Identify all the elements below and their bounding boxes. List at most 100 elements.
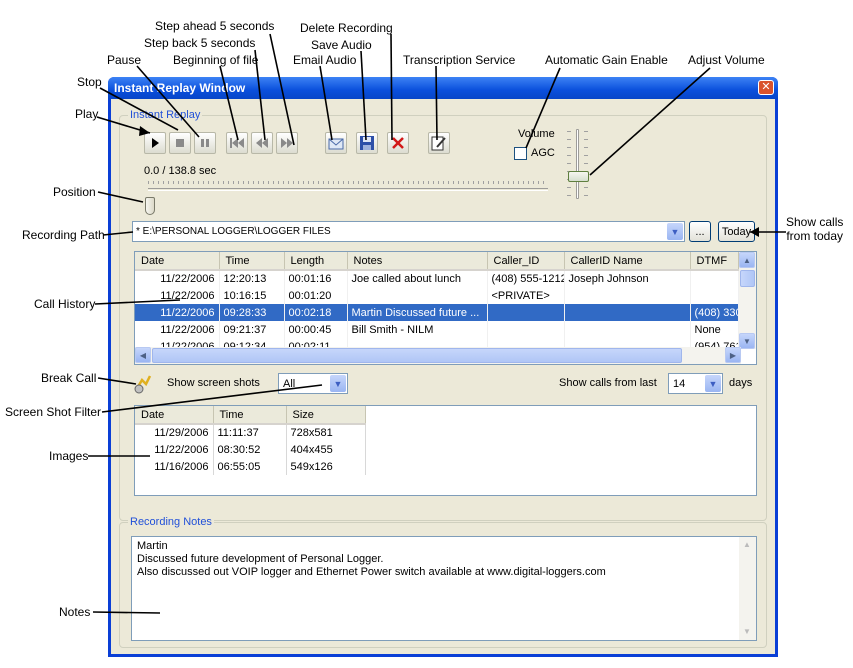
call-history-col-header[interactable]: Length <box>284 252 348 271</box>
call-cell-notes: Joe called about lunch <box>347 270 488 287</box>
skip-to-start-icon <box>230 138 244 148</box>
screen-shot-filter-combo[interactable]: All ▼ <box>278 373 348 394</box>
call-cell-notes: Martin Discussed future ... <box>347 304 488 321</box>
call-history-vscrollbar[interactable]: ▲ ▼ <box>739 252 756 349</box>
save-audio-button[interactable] <box>356 132 378 154</box>
instant-replay-window: Instant Replay Window ✕ Instant Replay V… <box>108 77 778 657</box>
delete-recording-button[interactable] <box>387 132 409 154</box>
call-cell-caller-id: <PRIVATE> <box>487 287 565 304</box>
play-button[interactable] <box>144 132 166 154</box>
callout-notes: Notes <box>59 605 91 619</box>
call-history-col-header[interactable]: Caller_ID <box>487 252 565 271</box>
call-cell-callerid-name <box>564 304 691 321</box>
scroll-up-icon[interactable]: ▲ <box>739 252 755 268</box>
beginning-of-file-button[interactable] <box>226 132 248 154</box>
notepad-pencil-icon <box>431 136 446 151</box>
callout-screen-shot-filter: Screen Shot Filter <box>5 405 102 419</box>
chevron-down-icon[interactable]: ▼ <box>667 223 683 240</box>
image-cell-time: 06:55:05 <box>213 458 287 475</box>
browse-path-button[interactable]: ... <box>689 221 711 242</box>
call-history-vscroll-thumb[interactable] <box>740 270 755 287</box>
callout-delete-recording: Delete Recording <box>300 21 393 35</box>
table-row[interactable]: 11/16/2006 06:55:05 549x126 <box>135 458 366 475</box>
break-call-button[interactable] <box>132 372 154 394</box>
play-icon <box>152 138 159 148</box>
table-row[interactable]: 11/22/2006 10:16:15 00:01:20 <PRIVATE> <box>135 287 739 304</box>
table-row[interactable]: 11/22/2006 09:21:37 00:00:45 Bill Smith - N… <box>135 321 739 338</box>
call-history-col-header[interactable]: Date <box>135 252 220 271</box>
call-history-grid: Date Time Length Notes Caller_ID CallerID Nam… <box>134 251 757 365</box>
call-history-col-header[interactable]: CallerID Name <box>564 252 691 271</box>
callout-images: Images <box>49 449 89 463</box>
image-cell-date: 11/16/2006 <box>135 458 214 475</box>
table-row[interactable]: 11/22/2006 12:20:13 00:01:16 Joe called abo… <box>135 270 739 287</box>
scroll-right-icon[interactable]: ▶ <box>725 347 741 363</box>
volume-slider-thumb[interactable] <box>568 171 589 182</box>
call-cell-time: 10:16:15 <box>219 287 285 304</box>
callout-adjust-volume: Adjust Volume <box>688 53 765 67</box>
images-col-header[interactable]: Time <box>213 406 287 425</box>
recording-path-combo[interactable]: * E:\PERSONAL LOGGER\LOGGER FILES ▼ <box>132 221 685 242</box>
call-cell-callerid-name <box>564 321 691 338</box>
step-ahead-button[interactable] <box>276 132 298 154</box>
callout-beginning: Beginning of file <box>173 53 259 67</box>
call-history-col-header[interactable]: DTMF <box>690 252 739 271</box>
call-cell-date: 11/22/2006 <box>135 270 220 287</box>
callout-stop: Stop <box>77 75 102 89</box>
call-cell-dtmf <box>690 287 739 304</box>
delete-x-icon <box>392 137 404 149</box>
close-icon[interactable]: ✕ <box>758 80 774 95</box>
notes-line-3: Also discussed out VOIP logger and Ether… <box>137 566 606 578</box>
transcription-service-button[interactable] <box>428 132 450 154</box>
images-col-header[interactable]: Size <box>286 406 366 425</box>
recording-notes-group-title: Recording Notes <box>128 516 214 528</box>
call-history-hscroll-thumb[interactable] <box>152 348 682 363</box>
today-button[interactable]: Today <box>718 221 755 242</box>
table-row[interactable]: 11/22/2006 09:28:33 00:02:18 Martin Discuss… <box>135 304 739 321</box>
call-cell-notes: Bill Smith - NILM <box>347 321 488 338</box>
position-slider-thumb[interactable] <box>145 197 155 215</box>
images-col-header[interactable]: Date <box>135 406 214 425</box>
call-cell-length: 00:01:16 <box>284 270 348 287</box>
call-history-col-header[interactable]: Time <box>219 252 285 271</box>
show-screen-shots-label: Show screen shots <box>167 377 260 389</box>
call-cell-dtmf: None <box>690 321 739 338</box>
scroll-down-icon[interactable]: ▼ <box>739 624 755 640</box>
call-cell-caller-id: (408) 555-1212 <box>487 270 565 287</box>
email-audio-button[interactable] <box>325 132 347 154</box>
callout-transcription: Transcription Service <box>403 53 516 67</box>
callout-show-today: Show calls from today <box>786 215 843 243</box>
chevron-down-icon[interactable]: ▼ <box>705 375 721 392</box>
scroll-up-icon[interactable]: ▲ <box>739 537 755 553</box>
callout-save-audio: Save Audio <box>311 38 372 52</box>
position-readout: 0.0 / 138.8 sec <box>144 165 217 177</box>
callout-step-ahead: Step ahead 5 seconds <box>155 19 275 33</box>
window-title: Instant Replay Window <box>114 81 246 95</box>
chevron-down-icon[interactable]: ▼ <box>330 375 346 392</box>
notes-vscrollbar[interactable]: ▲ ▼ <box>739 537 756 640</box>
callout-email-audio: Email Audio <box>293 53 357 67</box>
table-row[interactable]: 11/29/2006 11:11:37 728x581 <box>135 424 366 441</box>
days-value: 14 <box>673 378 686 390</box>
volume-slider-track <box>576 129 579 199</box>
window-titlebar[interactable]: Instant Replay Window ✕ <box>108 77 778 99</box>
call-history-col-header[interactable]: Notes <box>347 252 488 271</box>
floppy-disk-icon <box>360 136 374 150</box>
scroll-down-icon[interactable]: ▼ <box>739 333 755 349</box>
pause-button[interactable] <box>194 132 216 154</box>
call-history-header: Date Time Length Notes Caller_ID CallerID Nam… <box>135 252 739 271</box>
scroll-left-icon[interactable]: ◀ <box>135 347 151 363</box>
table-row[interactable]: 11/22/2006 08:30:52 404x455 <box>135 441 366 458</box>
show-calls-from-last-label: Show calls from last <box>559 377 657 389</box>
call-cell-callerid-name: Joseph Johnson <box>564 270 691 287</box>
step-back-button[interactable] <box>251 132 273 154</box>
callout-step-back: Step back 5 seconds <box>144 36 256 50</box>
days-combo[interactable]: 14 ▼ <box>668 373 723 394</box>
stop-button[interactable] <box>169 132 191 154</box>
notes-textarea[interactable]: Martin Discussed future development of P… <box>131 536 757 641</box>
image-cell-size: 728x581 <box>286 424 366 441</box>
call-history-rows: 11/22/2006 12:20:13 00:01:16 Joe called abo… <box>135 270 739 355</box>
agc-checkbox[interactable] <box>514 147 527 160</box>
rewind-icon <box>256 138 268 148</box>
call-history-hscrollbar[interactable]: ◀ ▶ <box>135 347 741 364</box>
